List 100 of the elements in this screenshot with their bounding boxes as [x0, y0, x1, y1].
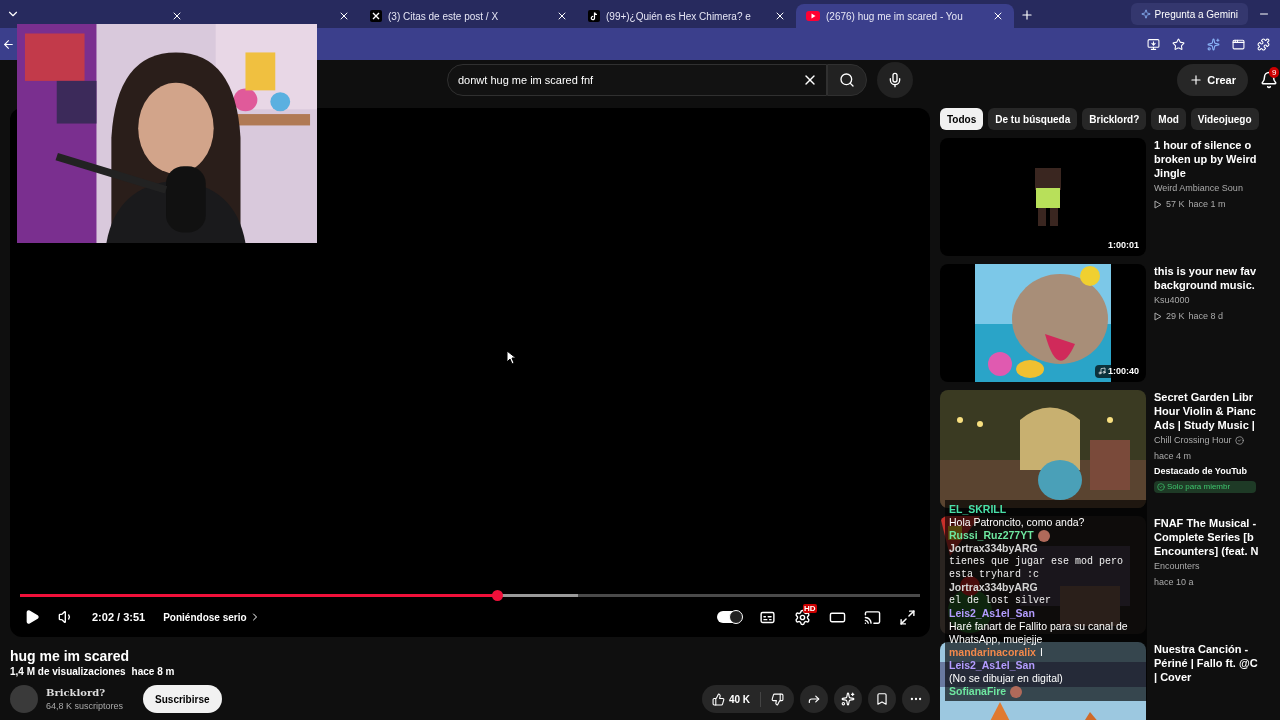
members-badge: Solo para miembr [1154, 480, 1256, 493]
upload-age: hace 4 m [1154, 449, 1192, 463]
video-title-line[interactable]: background music. [1154, 278, 1257, 292]
view-count: 1,4 M de visualizaciones [10, 665, 126, 679]
video-title-line[interactable]: Secret Garden Libr [1154, 390, 1256, 404]
close-icon[interactable] [556, 10, 568, 22]
notifications-icon[interactable] [1260, 71, 1278, 89]
chat-username: Leis2_As1el_San [949, 607, 1035, 620]
channel-name[interactable]: Ksu4000 [1154, 294, 1190, 308]
video-title-line[interactable]: | Cover [1154, 670, 1258, 684]
channel-name[interactable]: Weird Ambiance Soun [1154, 182, 1243, 196]
channel-name[interactable]: Bricklord? [46, 685, 124, 700]
check-icon [1157, 482, 1165, 491]
chat-username: Russi_Ruz277YT [949, 529, 1034, 542]
like-button[interactable]: 40 K [701, 691, 761, 707]
video-title-line[interactable]: broken up by Weird [1154, 152, 1257, 166]
cursor-icon [506, 350, 516, 365]
video-title-line[interactable]: Nuestra Canción - [1154, 642, 1258, 656]
video-title-line[interactable]: Encounters] (feat. N [1154, 544, 1259, 558]
filter-chip[interactable]: Todos [940, 108, 984, 130]
logo-icon [370, 10, 382, 22]
star-icon[interactable] [1172, 37, 1185, 51]
close-icon[interactable] [992, 10, 1004, 22]
back-icon[interactable] [2, 37, 15, 51]
progress-handle[interactable] [492, 590, 503, 601]
thumbs-up-icon [711, 692, 725, 706]
close-tab-icon[interactable] [171, 10, 183, 22]
video-title-line[interactable]: FNAF The Musical - [1154, 516, 1259, 530]
play-outline-icon [1154, 199, 1162, 209]
autoplay-toggle[interactable] [717, 611, 741, 623]
hd-badge: HD [803, 603, 817, 613]
filter-chip[interactable]: De tu búsqueda [988, 108, 1078, 130]
video-title-line[interactable]: Ads | Study Music | [1154, 418, 1256, 432]
notification-badge: 9 [1269, 67, 1280, 78]
chat-username: SofianaFire [949, 685, 1007, 698]
create-button[interactable]: Crear [1177, 64, 1248, 96]
tab-title: (99+)¿Quién es Hex Chimera? e [606, 9, 752, 24]
view-count: 29 K [1166, 309, 1185, 323]
chat-message: el de lost silver [949, 594, 1052, 607]
chat-username: mandarinacoralix [949, 646, 1036, 659]
chat-message: I [1039, 646, 1043, 659]
chat-username: Jortrax334byARG [949, 542, 1038, 555]
channel-name[interactable]: Encounters [1154, 560, 1200, 574]
sparkle-icon [841, 692, 855, 707]
mic-button[interactable] [877, 62, 913, 98]
browser-tab[interactable]: (3) Citas de este post / X [360, 4, 578, 28]
upload-age: hace 8 m [131, 665, 175, 679]
filter-chip[interactable]: Mod [1151, 108, 1186, 130]
search-field[interactable]: donwt hug me im scared fnf [447, 64, 827, 96]
upload-age: hace 10 a [1154, 575, 1194, 589]
search-button[interactable] [827, 64, 867, 96]
chat-username: Leis2_As1el_San [949, 659, 1035, 672]
channel-name[interactable]: Chill Crossing Hour [1154, 434, 1232, 448]
search-text: donwt hug me im scared fnf [458, 72, 595, 88]
view-count: 57 K [1166, 197, 1185, 211]
search-icon [839, 72, 855, 88]
chat-message: Haré fanart de Fallito para su canal de WhatsApp, muejejje [949, 620, 1129, 646]
new-tab-icon[interactable] [1020, 8, 1034, 22]
save-button[interactable] [868, 685, 896, 714]
gemini-button[interactable]: Pregunta a Gemini [1130, 3, 1248, 25]
browser-tab[interactable]: (2676) hug me im scared - You [796, 4, 1014, 28]
cast-icon[interactable] [864, 608, 881, 626]
upload-age: hace 8 d [1188, 309, 1224, 323]
video-title-line[interactable]: 1 hour of silence o [1154, 138, 1257, 152]
share-button[interactable] [800, 685, 828, 714]
tab-title: (2676) hug me im scared - You [826, 9, 964, 24]
video-title-line[interactable]: this is your new fav [1154, 264, 1257, 278]
chat-username: Jortrax334byARG [949, 581, 1038, 594]
subscribe-button[interactable]: Suscribirse [143, 685, 222, 714]
filter-chip[interactable]: Bricklord? [1082, 108, 1147, 130]
video-title: hug me im scared [10, 647, 131, 665]
chapter-button[interactable]: Poniéndose serio [163, 609, 261, 625]
video-title-line[interactable]: Hour Violin & Pianc [1154, 404, 1256, 418]
tab-title: (3) Citas de este post / X [388, 9, 500, 24]
mic-icon [887, 72, 903, 88]
thumbs-down-icon[interactable] [771, 692, 784, 706]
video-title-line[interactable]: Périné | Fallo ft. @C [1154, 656, 1258, 670]
sparkle-icon[interactable] [1207, 37, 1220, 51]
video-player[interactable]: 2:02 / 3:51 Poniéndose serio HD [10, 108, 930, 637]
puzzle-icon[interactable] [1257, 37, 1270, 51]
chat-username: EL_SKRILL [949, 503, 1007, 516]
subscriber-count: 64,8 K suscriptores [46, 700, 124, 713]
window-icon[interactable] [1232, 37, 1245, 51]
upload-age: hace 1 m [1188, 197, 1226, 211]
play-logo-icon [806, 11, 820, 21]
close-icon[interactable] [774, 10, 786, 22]
music-note-icon [588, 10, 600, 22]
time-display: 2:02 / 3:51 [92, 609, 146, 625]
bookmark-icon [875, 692, 889, 707]
filter-chip[interactable]: Videojuego [1190, 108, 1259, 130]
browser-tab[interactable]: (99+)¿Quién es Hex Chimera? e [578, 4, 796, 28]
featured-label: Destacado de YouTub [1154, 465, 1248, 478]
ask-button[interactable] [834, 685, 862, 714]
fullscreen-icon[interactable] [899, 608, 916, 626]
video-title-line[interactable]: Jingle [1154, 166, 1257, 180]
video-title-line[interactable]: Complete Series [b [1154, 530, 1259, 544]
install-icon[interactable] [1147, 37, 1160, 51]
play-outline-icon [1154, 311, 1162, 321]
play-icon[interactable] [24, 609, 40, 625]
close-tab-icon[interactable] [338, 10, 350, 22]
